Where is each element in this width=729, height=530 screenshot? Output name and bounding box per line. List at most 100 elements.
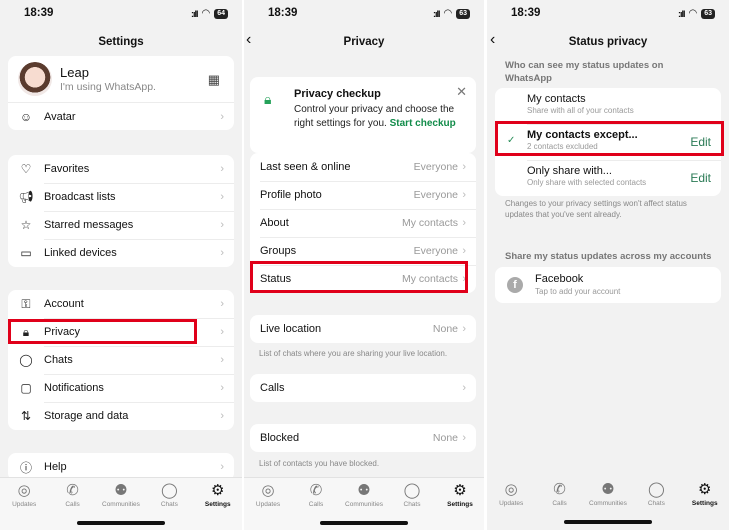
status-audience-options: My contacts Share with all of your conta… bbox=[495, 88, 721, 196]
qr-code-icon[interactable]: ▦ bbox=[208, 72, 220, 88]
option-my-contacts[interactable]: My contacts Share with all of your conta… bbox=[495, 88, 721, 124]
page-title: Settings bbox=[98, 36, 144, 48]
tab-label: Settings bbox=[447, 501, 473, 508]
item-value: None bbox=[432, 432, 458, 444]
tab-settings[interactable]: ⚙ Settings bbox=[195, 482, 241, 508]
facebook-subtitle: Tap to add your account bbox=[535, 287, 621, 296]
privacy-item-calls[interactable]: Calls › bbox=[250, 374, 476, 402]
tab-label: Communities bbox=[589, 500, 627, 507]
privacy-item-live-location[interactable]: Live location None › bbox=[250, 315, 476, 343]
settings-item-label: Help bbox=[44, 461, 67, 473]
tab-bar: ◎ Updates ✆ Calls ⚉ Communities ◯ Chats ⚙ Set… bbox=[0, 477, 242, 530]
tab-chats[interactable]: ◯ Chats bbox=[633, 481, 679, 507]
clock: 18:39 bbox=[268, 7, 298, 19]
chevron-right-icon: › bbox=[462, 217, 466, 229]
live-location-card: Live location None › bbox=[250, 315, 476, 343]
settings-item-account[interactable]: ⚿ Account › bbox=[8, 290, 234, 318]
tab-label: Updates bbox=[499, 500, 524, 507]
close-icon[interactable]: ✕ bbox=[456, 84, 467, 100]
settings-item-label: Privacy bbox=[44, 326, 81, 338]
tab-updates[interactable]: ◎ Updates bbox=[1, 482, 47, 508]
item-value: None bbox=[432, 323, 458, 335]
home-indicator bbox=[77, 521, 165, 525]
tab-settings[interactable]: ⚙ Settings bbox=[682, 481, 728, 507]
tab-calls[interactable]: ✆ Calls bbox=[293, 482, 339, 508]
chevron-right-icon: › bbox=[220, 461, 224, 473]
updates-icon: ◎ bbox=[504, 481, 518, 498]
settings-item-label: Linked devices bbox=[44, 247, 117, 259]
gear-icon: ⚙ bbox=[211, 482, 225, 499]
tab-bar: ◎ Updates ✆ Calls ⚉ Communities ◯ Chats ⚙ Set… bbox=[487, 477, 729, 530]
phone-icon: ✆ bbox=[309, 482, 323, 499]
back-button[interactable]: ‹ bbox=[490, 31, 495, 49]
profile-status: I'm using WhatsApp. bbox=[60, 81, 156, 93]
facebook-icon: f bbox=[507, 277, 523, 293]
chevron-right-icon: › bbox=[220, 219, 224, 231]
back-button[interactable]: ‹ bbox=[246, 31, 251, 49]
tab-chats[interactable]: ◯ Chats bbox=[389, 482, 435, 508]
settings-item-notifications[interactable]: ▢ Notifications › bbox=[8, 374, 234, 402]
status-bar: 18:39 :ıll ◠ 64 bbox=[0, 7, 242, 21]
privacy-item-last-seen[interactable]: Last seen & online Everyone › bbox=[250, 153, 476, 181]
tab-label: Settings bbox=[691, 500, 718, 507]
settings-item-starred-messages[interactable]: ☆ Starred messages › bbox=[8, 211, 234, 239]
item-value: Everyone bbox=[413, 245, 458, 257]
chats-icon: ◯ bbox=[403, 482, 421, 499]
status-bar: 18:39 :ıll ◠ 63 bbox=[244, 7, 484, 21]
option-subtitle: Share with all of your contacts bbox=[527, 106, 634, 115]
facebook-row[interactable]: f Facebook Tap to add your account bbox=[495, 267, 721, 303]
settings-item-privacy[interactable]: 🔒︎ Privacy › bbox=[8, 318, 234, 346]
settings-item-label: Favorites bbox=[44, 163, 90, 175]
avatar[interactable] bbox=[18, 62, 52, 96]
tab-updates[interactable]: ◎ Updates bbox=[245, 482, 291, 508]
tab-calls[interactable]: ✆ Calls bbox=[537, 481, 583, 507]
settings-item-label: Notifications bbox=[44, 382, 104, 394]
edit-button[interactable]: Edit bbox=[690, 171, 711, 185]
heart-icon: ♡ bbox=[20, 162, 32, 176]
privacy-change-note: Changes to your privacy settings won't a… bbox=[505, 199, 687, 219]
privacy-item-groups[interactable]: Groups Everyone › bbox=[250, 237, 476, 265]
edit-button[interactable]: Edit bbox=[690, 135, 711, 149]
profile-row[interactable]: Leap I'm using WhatsApp. ▦ bbox=[8, 56, 234, 102]
option-my-contacts-except[interactable]: ✓ My contacts except... 2 contacts exclu… bbox=[495, 124, 721, 160]
start-checkup-link[interactable]: Start checkup bbox=[390, 118, 456, 129]
tab-settings[interactable]: ⚙ Settings bbox=[437, 482, 483, 508]
tab-label: Settings bbox=[204, 501, 231, 508]
tab-label: Calls bbox=[308, 501, 324, 508]
tab-label: Communities bbox=[102, 501, 140, 508]
signal-icon: :ıll bbox=[677, 8, 685, 19]
signal-icon: :ıll bbox=[432, 8, 440, 19]
communities-icon: ⚉ bbox=[357, 482, 371, 499]
tab-communities[interactable]: ⚉ Communities bbox=[98, 482, 144, 508]
privacy-item-profile-photo[interactable]: Profile photo Everyone › bbox=[250, 181, 476, 209]
tab-communities[interactable]: ⚉ Communities bbox=[341, 482, 387, 508]
settings-item-avatar[interactable]: ☺ Avatar › bbox=[8, 102, 234, 130]
item-value: My contacts bbox=[401, 273, 458, 285]
home-indicator bbox=[320, 521, 408, 525]
privacy-item-blocked[interactable]: Blocked None › bbox=[250, 424, 476, 452]
wifi-icon: ◠ bbox=[688, 8, 698, 19]
tab-calls[interactable]: ✆ Calls bbox=[50, 482, 96, 508]
settings-item-favorites[interactable]: ♡ Favorites › bbox=[8, 155, 234, 183]
chevron-right-icon: › bbox=[220, 326, 224, 338]
tab-chats[interactable]: ◯ Chats bbox=[146, 482, 192, 508]
tab-communities[interactable]: ⚉ Communities bbox=[585, 481, 631, 507]
option-only-share-with[interactable]: Only share with... Only share with selec… bbox=[495, 160, 721, 196]
chevron-right-icon: › bbox=[220, 110, 224, 123]
privacy-item-about[interactable]: About My contacts › bbox=[250, 209, 476, 237]
settings-item-broadcast-lists[interactable]: 📢︎ Broadcast lists › bbox=[8, 183, 234, 211]
settings-item-linked-devices[interactable]: ▭ Linked devices › bbox=[8, 239, 234, 267]
communities-icon: ⚉ bbox=[601, 481, 615, 498]
wifi-icon: ◠ bbox=[443, 8, 453, 19]
gear-icon: ⚙ bbox=[698, 481, 712, 498]
settings-item-storage-and-data[interactable]: ⇅ Storage and data › bbox=[8, 402, 234, 430]
privacy-item-status[interactable]: Status My contacts › bbox=[250, 265, 476, 293]
chats-icon: ◯ bbox=[647, 481, 665, 498]
option-title: My contacts bbox=[527, 93, 586, 105]
tab-updates[interactable]: ◎ Updates bbox=[488, 481, 534, 507]
chevron-right-icon: › bbox=[462, 382, 466, 394]
chevron-right-icon: › bbox=[462, 273, 466, 285]
chevron-right-icon: › bbox=[462, 189, 466, 201]
privacy-checkup-card[interactable]: 🔒︎ Privacy checkup Control your privacy … bbox=[250, 77, 476, 153]
settings-item-chats[interactable]: ◯ Chats › bbox=[8, 346, 234, 374]
